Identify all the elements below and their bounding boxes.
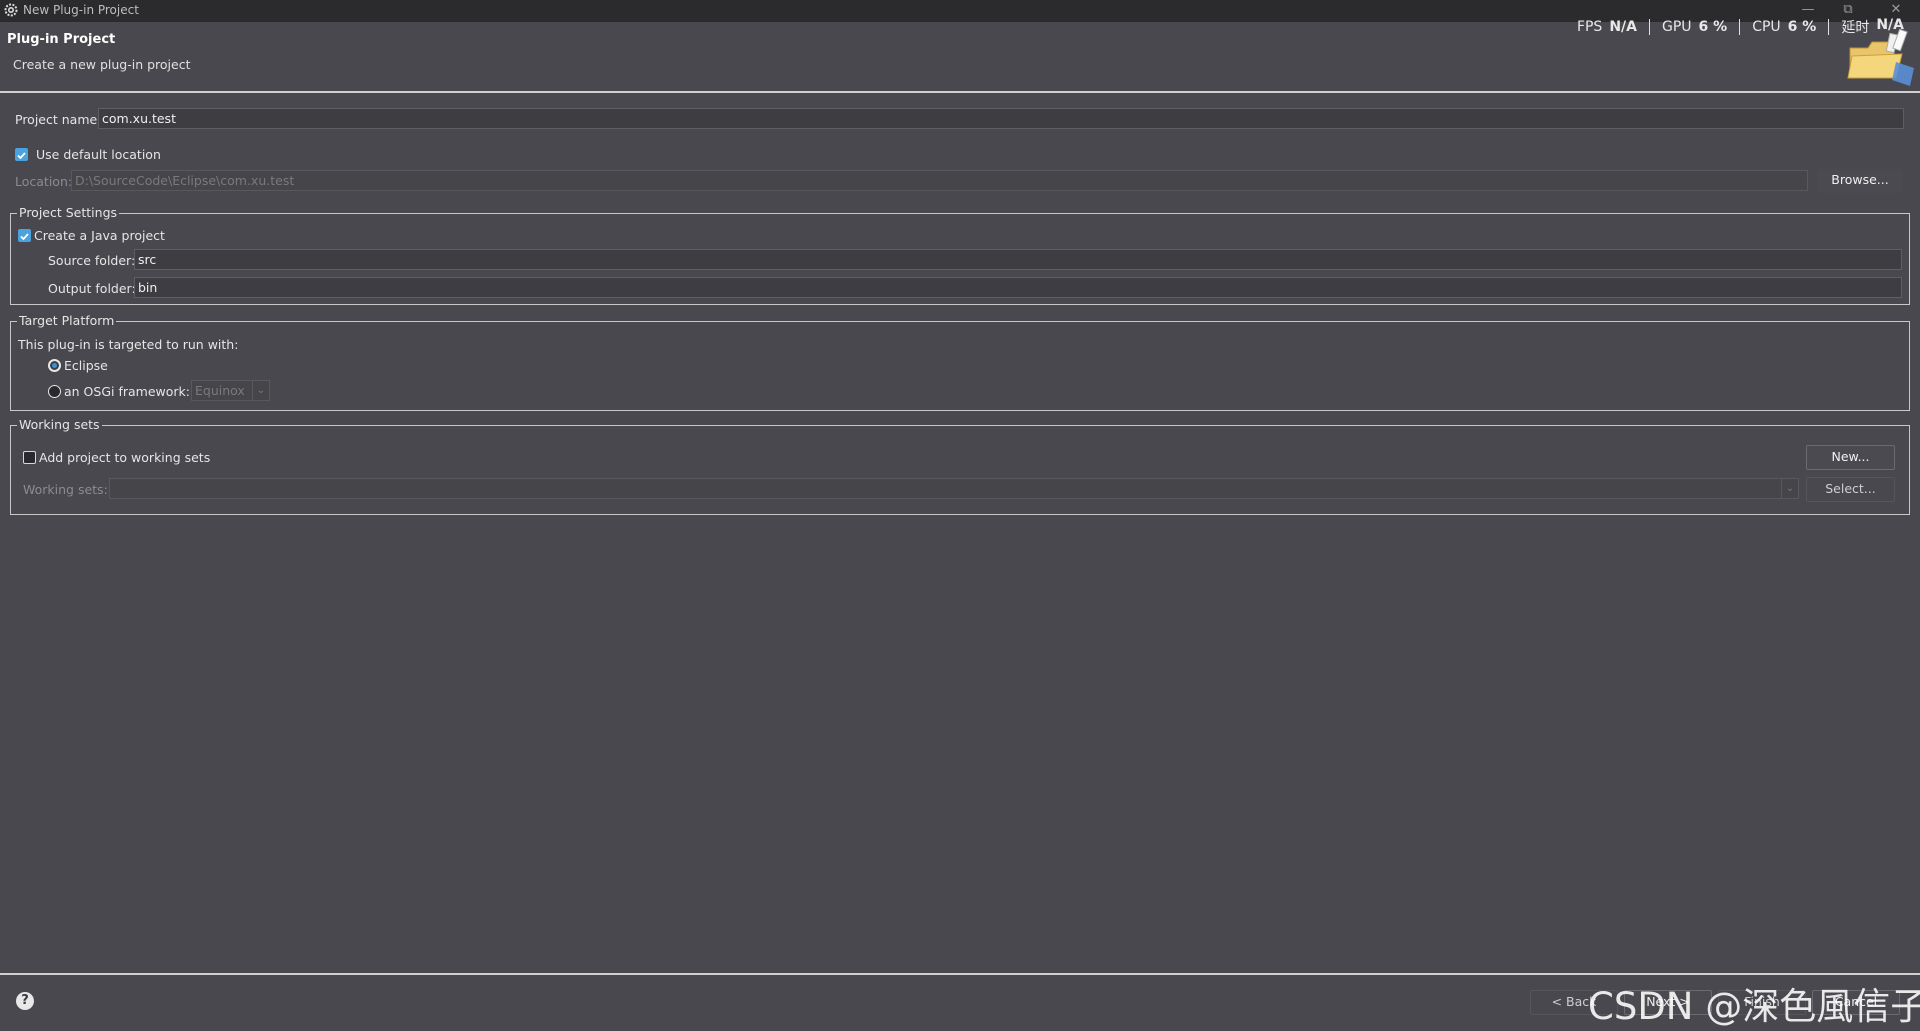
chevron-down-icon: ⌄ — [252, 381, 269, 400]
select-working-sets-button[interactable]: Select... — [1806, 477, 1895, 502]
location-label: Location: — [15, 174, 73, 189]
osgi-framework-select[interactable]: Equinox ⌄ — [191, 380, 270, 401]
osgi-framework-value: Equinox — [195, 383, 245, 398]
csdn-watermark: CSDN @深色風信子 — [1588, 985, 1920, 1028]
gpu-value: 6 % — [1698, 19, 1728, 35]
project-name-label: Project name: — [15, 112, 102, 127]
source-folder-input[interactable]: src — [134, 249, 1902, 270]
chevron-down-icon: ⌄ — [1781, 479, 1798, 498]
fps-readout: FPS N/A — [1565, 19, 1650, 35]
performance-overlay: FPS N/A GPU 6 % CPU 6 % 延时 N/A — [1565, 17, 1904, 37]
help-icon[interactable]: ? — [16, 992, 34, 1010]
create-java-project-checkbox[interactable] — [18, 229, 31, 242]
page-description: Create a new plug-in project — [13, 57, 191, 72]
page-title: Plug-in Project — [7, 32, 116, 47]
footer-separator — [0, 973, 1920, 975]
project-name-input[interactable]: com.xu.test — [98, 108, 1904, 129]
working-sets-title: Working sets — [17, 417, 102, 432]
fps-label: FPS — [1576, 19, 1603, 35]
latency-label: 延时 — [1841, 20, 1870, 36]
source-folder-label: Source folder: — [48, 253, 136, 268]
folder-wizard-icon — [1847, 28, 1914, 86]
target-platform-title: Target Platform — [17, 313, 117, 328]
output-folder-input[interactable]: bin — [134, 277, 1902, 298]
gpu-readout: GPU 6 % — [1650, 19, 1741, 35]
use-default-location-label: Use default location — [36, 147, 161, 162]
project-settings-title: Project Settings — [17, 205, 120, 220]
create-java-project-label: Create a Java project — [34, 228, 165, 243]
gpu-label: GPU — [1662, 19, 1692, 35]
use-default-location-checkbox[interactable] — [15, 148, 28, 161]
eclipse-radio[interactable] — [48, 359, 61, 372]
latency-readout: 延时 N/A — [1829, 17, 1904, 37]
fps-value: N/A — [1609, 19, 1637, 35]
add-to-working-sets-label: Add project to working sets — [39, 450, 211, 465]
cpu-label: CPU — [1752, 19, 1781, 35]
checkmark-icon — [17, 152, 26, 160]
working-sets-label: Working sets: — [23, 482, 108, 497]
add-to-working-sets-checkbox[interactable] — [23, 451, 36, 464]
window-title: New Plug-in Project — [23, 3, 139, 17]
target-platform-intro: This plug-in is targeted to run with: — [18, 337, 239, 352]
cpu-readout: CPU 6 % — [1740, 19, 1830, 35]
new-working-set-button[interactable]: New... — [1806, 445, 1895, 470]
working-sets-group — [10, 425, 1910, 515]
checkmark-icon — [20, 233, 29, 241]
gear-app-icon — [4, 3, 18, 17]
osgi-radio[interactable] — [48, 385, 61, 398]
eclipse-label: Eclipse — [64, 358, 108, 373]
working-sets-select[interactable]: ⌄ — [109, 478, 1799, 499]
cpu-value: 6 % — [1787, 19, 1817, 35]
output-folder-label: Output folder: — [48, 281, 136, 296]
location-input[interactable]: D:\SourceCode\Eclipse\com.xu.test — [71, 170, 1808, 191]
browse-button[interactable]: Browse... — [1816, 168, 1904, 194]
latency-value: N/A — [1876, 17, 1904, 33]
target-platform-group — [10, 321, 1910, 411]
osgi-label: an OSGi framework: — [64, 384, 190, 399]
